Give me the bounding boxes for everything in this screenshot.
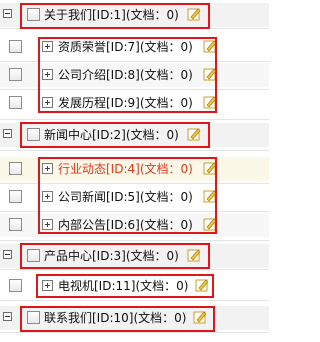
separator [0,150,269,151]
separator [0,89,269,90]
category-row: 产品中心[ID:3](文档：0) [0,244,269,268]
edit-icon[interactable] [203,67,217,81]
separator [0,28,269,29]
subcategory-row: 内部公告[ID:6](文档：0) [0,213,269,237]
subcategory-label[interactable]: 行业动态[ID:4](文档：0) [58,162,193,176]
edit-icon[interactable] [203,217,217,231]
edit-icon[interactable] [187,7,201,21]
subcategory-row: 资质荣誉[ID:7](文档：0) [0,35,269,59]
subcategory-checkbox[interactable] [9,40,22,53]
category-label[interactable]: 联系我们[ID:10](文档：0) [44,311,186,325]
category-label[interactable]: 产品中心[ID:3](文档：0) [44,249,179,263]
subcategory-label[interactable]: 内部公告[ID:6](文档：0) [58,218,193,232]
subcategory-checkbox[interactable] [9,190,22,203]
separator [0,300,269,301]
separator [0,183,269,184]
subcategory-row: 发展历程[ID:9](文档：0) [0,91,269,115]
edit-icon[interactable] [203,95,217,109]
subcategory-checkbox[interactable] [9,218,22,231]
separator [0,61,269,62]
edit-icon[interactable] [187,127,201,141]
category-label[interactable]: 新闻中心[ID:2](文档：0) [44,128,179,142]
subcategory-label[interactable]: 公司介绍[ID:8](文档：0) [58,68,193,82]
collapse-minus-icon[interactable] [3,9,12,18]
subcategory-checkbox[interactable] [9,162,22,175]
expand-plus-icon[interactable] [42,97,53,108]
collapse-minus-icon[interactable] [3,129,12,138]
category-checkbox[interactable] [27,311,40,324]
separator [0,240,269,241]
subcategory-label[interactable]: 发展历程[ID:9](文档：0) [58,96,193,110]
subcategory-checkbox[interactable] [9,68,22,81]
expand-plus-icon[interactable] [42,69,53,80]
subcategory-checkbox[interactable] [9,279,22,292]
category-row: 联系我们[ID:10](文档：0) [0,306,269,330]
separator [0,332,269,333]
separator [0,269,269,270]
edit-icon[interactable] [203,39,217,53]
separator [0,119,269,120]
edit-icon[interactable] [203,161,217,175]
expand-plus-icon[interactable] [42,280,53,291]
category-checkbox[interactable] [27,128,40,141]
expand-plus-icon[interactable] [42,191,53,202]
expand-plus-icon[interactable] [42,41,53,52]
subcategory-row: 电视机[ID:11](文档：0) [0,274,269,298]
separator [0,211,269,212]
subcategory-checkbox[interactable] [9,96,22,109]
subcategory-label[interactable]: 资质荣誉[ID:7](文档：0) [58,40,193,54]
category-row: 新闻中心[ID:2](文档：0) [0,123,269,147]
expand-plus-icon[interactable] [42,219,53,230]
category-checkbox[interactable] [27,8,40,21]
edit-icon[interactable] [187,248,201,262]
category-row: 关于我们[ID:1](文档：0) [0,3,269,27]
expand-plus-icon[interactable] [42,163,53,174]
subcategory-row: 行业动态[ID:4](文档：0) [0,157,269,181]
edit-icon[interactable] [195,278,209,292]
subcategory-row: 公司新闻[ID:5](文档：0) [0,185,269,209]
edit-icon[interactable] [193,310,207,324]
category-checkbox[interactable] [27,249,40,262]
subcategory-label[interactable]: 公司新闻[ID:5](文档：0) [58,190,193,204]
subcategory-label[interactable]: 电视机[ID:11](文档：0) [58,279,188,293]
collapse-minus-icon[interactable] [3,250,12,259]
subcategory-row: 公司介绍[ID:8](文档：0) [0,63,269,87]
collapse-minus-icon[interactable] [3,312,12,321]
category-label[interactable]: 关于我们[ID:1](文档：0) [44,8,179,22]
edit-icon[interactable] [203,189,217,203]
